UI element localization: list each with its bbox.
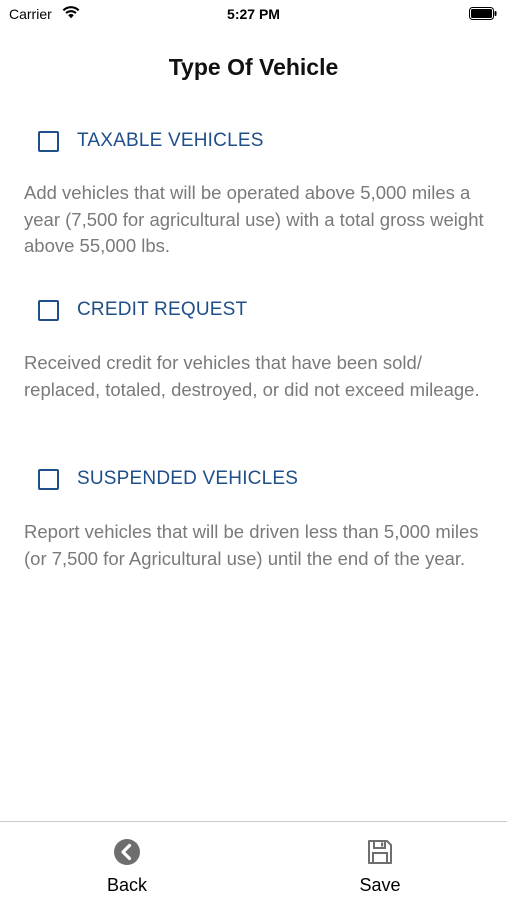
chevron-left-circle-icon — [114, 839, 140, 865]
option-suspended-vehicles[interactable]: SUSPENDED VEHICLES — [38, 466, 298, 492]
page-title: Type Of Vehicle — [168, 54, 339, 80]
clock: 5:27 PM — [227, 6, 280, 22]
floppy-disk-icon — [368, 840, 392, 864]
back-label: Back — [106, 875, 148, 895]
option-taxable-vehicles[interactable]: TAXABLE VEHICLES — [38, 128, 264, 154]
save-label: Save — [359, 875, 401, 895]
option-credit-request[interactable]: CREDIT REQUEST — [38, 297, 247, 323]
status-bar: Carrier 5:27 PM — [0, 0, 507, 28]
option-label: TAXABLE VEHICLES — [77, 130, 264, 151]
back-button[interactable]: Back — [82, 838, 172, 898]
save-button[interactable]: Save — [335, 838, 425, 898]
option-label: CREDIT REQUEST — [77, 299, 248, 320]
credit-request-checkbox[interactable] — [38, 299, 59, 321]
taxable-vehicles-description: Add vehicles that will be operated above… — [24, 182, 484, 256]
suspended-vehicles-description: Report vehicles that will be driven less… — [24, 521, 479, 569]
bottom-toolbar: Back Save — [0, 821, 507, 900]
battery-icon — [469, 7, 497, 20]
credit-request-description: Received credit for vehicles that have b… — [24, 352, 480, 400]
suspended-vehicles-checkbox[interactable] — [38, 468, 59, 490]
option-label: SUSPENDED VEHICLES — [77, 468, 299, 489]
taxable-vehicles-checkbox[interactable] — [38, 130, 59, 152]
screen: Carrier 5:27 PM Type Of Vehicle TAXABLE … — [0, 0, 507, 900]
